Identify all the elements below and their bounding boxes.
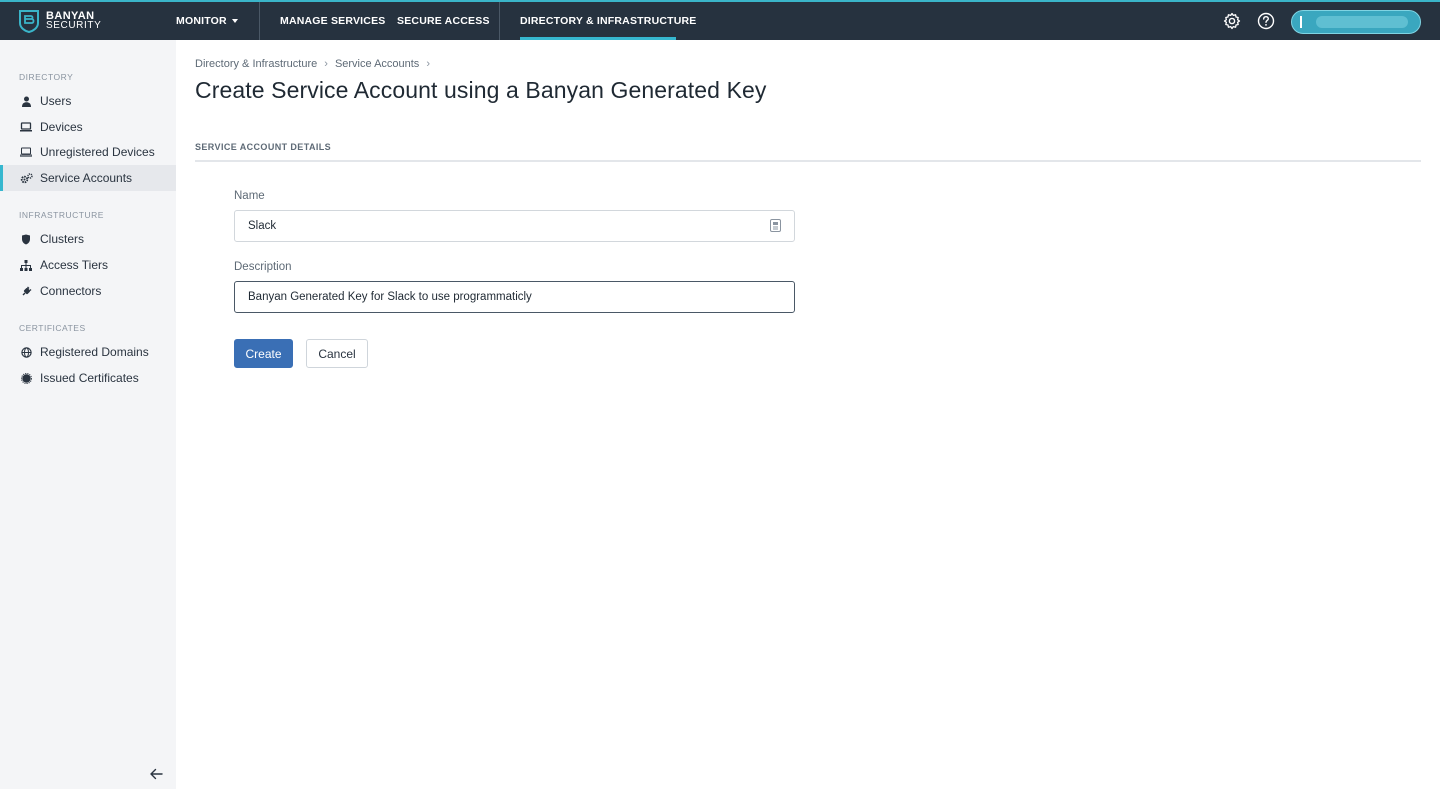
user-menu-button[interactable] [1291, 10, 1421, 34]
chevron-right-icon: › [426, 58, 430, 70]
chevron-right-icon: › [324, 58, 328, 70]
banyan-shield-icon [19, 10, 39, 33]
nav-divider [499, 2, 500, 40]
nav-secure-access-label: SECURE ACCESS [397, 15, 490, 27]
sidebar-item-label: Service Accounts [40, 171, 133, 185]
sidebar-item-label: Unregistered Devices [40, 145, 155, 159]
sidebar-item-label: Devices [40, 120, 83, 134]
nav-monitor-dropdown[interactable]: MONITOR [176, 2, 238, 40]
sidebar-item-registered-domains[interactable]: Registered Domains [0, 339, 176, 365]
plug-icon [19, 284, 33, 298]
create-button[interactable]: Create [234, 339, 293, 368]
laptop-outline-icon [19, 145, 33, 159]
breadcrumb-directory-infrastructure[interactable]: Directory & Infrastructure [195, 58, 317, 70]
shield-icon [19, 232, 33, 246]
sidebar-item-access-tiers[interactable]: Access Tiers [0, 252, 176, 278]
gears-icon [19, 171, 33, 185]
logo-line-2: SECURITY [46, 20, 102, 31]
sidebar-item-service-accounts[interactable]: Service Accounts [0, 165, 176, 191]
cancel-button[interactable]: Cancel [306, 339, 368, 368]
sidebar-item-label: Access Tiers [40, 258, 109, 272]
sidebar-item-issued-certificates[interactable]: Issued Certificates [0, 365, 176, 391]
sidebar-item-label: Users [40, 94, 72, 108]
nav-directory-infrastructure-label: DIRECTORY & INFRASTRUCTURE [520, 15, 697, 27]
sidebar-item-label: Clusters [40, 232, 85, 246]
description-label: Description [234, 261, 292, 273]
top-navigation-bar: BANYAN SECURITY MONITOR MANAGE SERVICES … [0, 0, 1440, 40]
name-label: Name [234, 190, 265, 202]
globe-icon [19, 345, 33, 359]
sidebar-section-directory: DIRECTORY [19, 72, 74, 82]
section-divider [195, 160, 1421, 162]
sidebar-item-unregistered-devices[interactable]: Unregistered Devices [0, 139, 176, 165]
nav-manage-services[interactable]: MANAGE SERVICES [280, 2, 386, 40]
breadcrumb-service-accounts[interactable]: Service Accounts [335, 58, 419, 70]
description-input[interactable] [234, 281, 795, 313]
name-input[interactable] [234, 210, 795, 242]
sidebar-item-label: Registered Domains [40, 345, 149, 359]
sidebar-section-infrastructure: INFRASTRUCTURE [19, 210, 104, 220]
sidebar: DIRECTORY Users Devices Unregistered Dev… [0, 40, 176, 789]
sidebar-item-label: Issued Certificates [40, 371, 139, 385]
sidebar-item-label: Connectors [40, 284, 102, 298]
nav-directory-infrastructure[interactable]: DIRECTORY & INFRASTRUCTURE [520, 2, 697, 40]
sidebar-section-certificates: CERTIFICATES [19, 323, 86, 333]
user-initial [1300, 16, 1302, 28]
sidebar-item-users[interactable]: Users [0, 88, 176, 114]
nav-divider [259, 2, 260, 40]
keyboard-autofill-icon[interactable] [770, 219, 781, 232]
certificate-icon [19, 371, 33, 385]
gear-icon[interactable] [1223, 12, 1241, 30]
laptop-icon [19, 120, 33, 134]
banyan-logo[interactable]: BANYAN SECURITY [18, 8, 101, 34]
redacted-username [1316, 16, 1408, 28]
sidebar-item-clusters[interactable]: Clusters [0, 226, 176, 252]
section-title: SERVICE ACCOUNT DETAILS [195, 142, 332, 152]
caret-down-icon [231, 19, 238, 23]
nav-secure-access[interactable]: SECURE ACCESS [397, 2, 490, 40]
arrow-left-icon [150, 768, 163, 780]
help-icon[interactable] [1257, 12, 1275, 30]
sidebar-item-devices[interactable]: Devices [0, 114, 176, 140]
collapse-sidebar-button[interactable] [148, 767, 164, 781]
sitemap-icon [19, 258, 33, 272]
nav-monitor-label: MONITOR [176, 15, 227, 27]
logo-text: BANYAN SECURITY [46, 11, 101, 31]
page-title: Create Service Account using a Banyan Ge… [195, 77, 767, 103]
active-nav-indicator [520, 37, 676, 40]
sidebar-item-connectors[interactable]: Connectors [0, 278, 176, 304]
user-icon [19, 94, 33, 108]
breadcrumb: Directory & Infrastructure › Service Acc… [195, 58, 437, 70]
nav-manage-services-label: MANAGE SERVICES [280, 15, 386, 27]
